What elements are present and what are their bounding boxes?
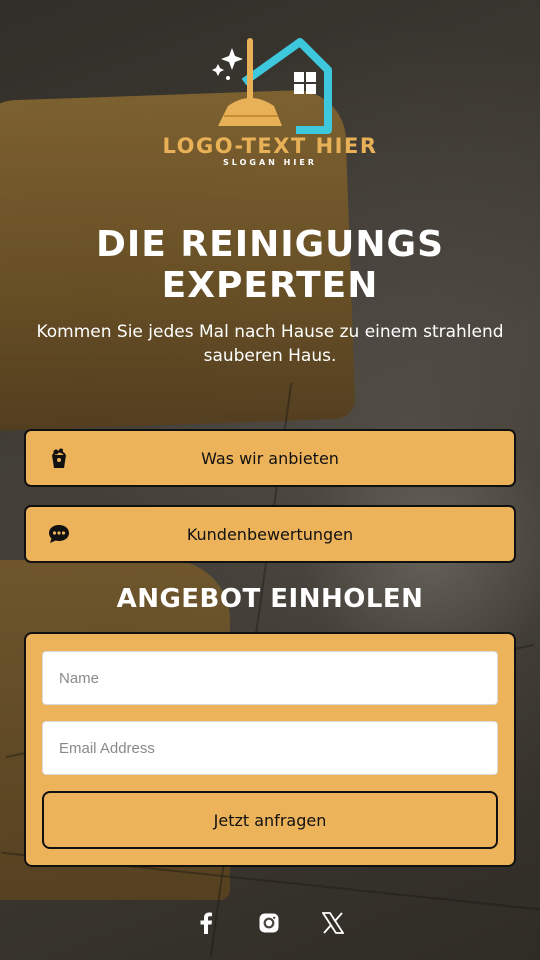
bucket-icon [52, 448, 66, 468]
broom-house-icon [212, 38, 332, 134]
instagram-icon[interactable] [252, 906, 286, 940]
email-field[interactable] [42, 721, 498, 775]
services-link-label: Was wir anbieten [201, 448, 339, 468]
logo: LOGO-TEXT HIER SLOGAN HIER [150, 34, 390, 174]
quote-form: Jetzt anfragen [24, 632, 516, 867]
logo-text: LOGO-TEXT HIER [162, 134, 378, 158]
x-icon[interactable] [316, 906, 350, 940]
hero-subtitle: Kommen Sie jedes Mal nach Hause zu einem… [36, 322, 504, 366]
quote-form-title: ANGEBOT EINHOLEN [116, 584, 424, 614]
chat-bubble-icon [49, 525, 69, 543]
logo-slogan: SLOGAN HIER [223, 158, 317, 167]
social-links [0, 906, 540, 940]
hero-title: DIE REINIGUNGS EXPERTEN [95, 224, 445, 306]
submit-button[interactable]: Jetzt anfragen [42, 791, 498, 849]
services-link-button[interactable]: Was wir anbieten [24, 429, 516, 487]
name-field[interactable] [42, 651, 498, 705]
reviews-link-label: Kundenbewertungen [186, 524, 354, 544]
facebook-icon[interactable] [189, 906, 223, 940]
reviews-link-button[interactable]: Kundenbewertungen [24, 505, 516, 563]
